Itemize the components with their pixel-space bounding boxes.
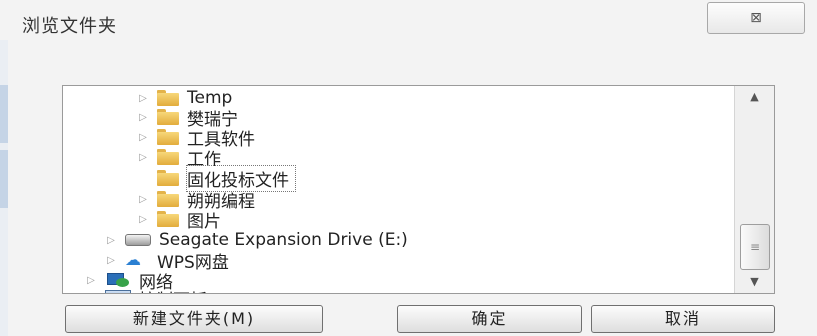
close-icon: ⊠ <box>750 10 762 26</box>
expand-arrow-icon[interactable]: ▷ <box>137 93 149 104</box>
expand-arrow-icon[interactable]: ▷ <box>105 255 117 266</box>
tree-item-label: 控制面板 <box>139 286 207 294</box>
expand-arrow-icon[interactable]: ▷ <box>105 235 117 246</box>
tree-item[interactable]: ▷ 图片 <box>137 208 221 232</box>
expand-arrow-icon[interactable]: ▷ <box>137 132 149 143</box>
close-button[interactable]: ⊠ <box>707 2 805 34</box>
folder-icon <box>157 191 179 207</box>
expand-arrow-icon[interactable]: ▷ <box>137 152 149 163</box>
folder-icon <box>157 129 179 145</box>
expand-arrow-icon[interactable]: ▷ <box>85 275 97 286</box>
edge-mark <box>0 85 8 143</box>
folder-icon <box>157 109 179 125</box>
cloud-icon: ☁ <box>125 250 141 269</box>
expand-arrow-icon[interactable]: ▷ <box>137 112 149 123</box>
edge-mark <box>0 150 8 208</box>
folder-icon <box>157 90 179 106</box>
new-folder-button[interactable]: 新建文件夹(M) <box>65 305 323 333</box>
dialog-title: 浏览文件夹 <box>22 16 117 37</box>
expand-arrow-icon[interactable]: ▷ <box>85 293 97 294</box>
expand-arrow-icon[interactable]: ▷ <box>137 194 149 205</box>
scroll-up-icon[interactable]: ▲ <box>735 86 774 108</box>
vertical-scrollbar[interactable]: ▲ ≡ ▼ <box>734 86 774 293</box>
tree-item-label: 图片 <box>187 211 221 232</box>
scroll-down-icon[interactable]: ▼ <box>735 271 774 293</box>
folder-tree[interactable]: ▷ Temp ▷ 樊瑞宁 ▷ 工具软件 ▷ 工作 固化投标文件 ▷ 朔朔编程 ▷… <box>62 85 775 294</box>
folder-icon <box>157 149 179 165</box>
browse-folder-dialog: 浏览文件夹 ⊠ ▷ Temp ▷ 樊瑞宁 ▷ 工具软件 ▷ 工作 固化投标文件 … <box>0 0 817 336</box>
scroll-thumb[interactable]: ≡ <box>740 224 770 270</box>
network-icon <box>105 272 131 288</box>
expand-arrow-icon[interactable]: ▷ <box>137 214 149 225</box>
control-panel-icon <box>105 290 131 293</box>
tree-item[interactable]: ▷ 控制面板 <box>85 286 207 294</box>
folder-icon <box>157 170 179 186</box>
left-edge-strip <box>0 40 8 336</box>
folder-icon <box>157 211 179 227</box>
cancel-button[interactable]: 取消 <box>591 305 775 333</box>
drive-icon <box>125 234 151 246</box>
ok-button[interactable]: 确定 <box>397 305 582 333</box>
tree-item[interactable]: ▷ Seagate Expansion Drive (E:) <box>105 229 408 251</box>
